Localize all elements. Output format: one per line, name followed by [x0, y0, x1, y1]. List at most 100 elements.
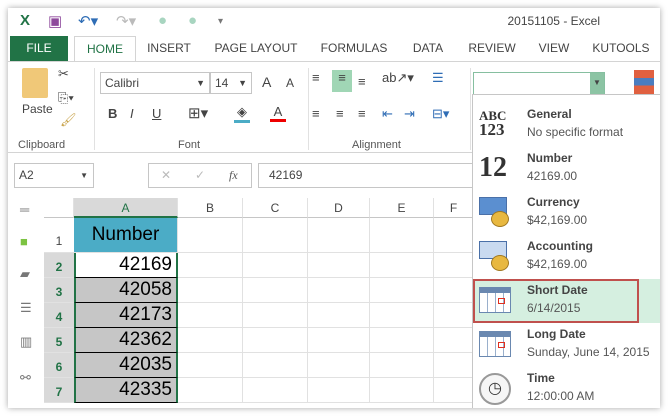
cell[interactable]: [243, 218, 308, 253]
customize-qat-icon[interactable]: ▾: [218, 16, 223, 27]
cell[interactable]: [308, 353, 370, 378]
font-color-button[interactable]: A: [270, 104, 286, 122]
row-header[interactable]: 7: [44, 378, 74, 403]
cell[interactable]: [308, 253, 370, 278]
cell[interactable]: [178, 218, 243, 253]
tab-home[interactable]: HOME: [74, 36, 136, 62]
row-header[interactable]: 6: [44, 353, 74, 378]
navigation-icon[interactable]: ▰: [20, 266, 30, 282]
cell[interactable]: [434, 218, 474, 253]
paste-button[interactable]: Paste: [22, 102, 53, 116]
cut-icon[interactable]: ✂: [58, 66, 69, 82]
insert-function-icon[interactable]: fx: [229, 164, 238, 187]
cell[interactable]: [243, 303, 308, 328]
format-option-accounting[interactable]: Accounting $42,169.00: [473, 235, 660, 279]
decrease-indent-icon[interactable]: ⇤: [382, 106, 393, 122]
name-box[interactable]: A2 ▼: [14, 163, 94, 188]
circle-button-icon[interactable]: ●: [188, 12, 197, 29]
cell[interactable]: [370, 278, 434, 303]
format-option-general[interactable]: ABC 123 General No specific format: [473, 103, 660, 147]
cell[interactable]: [243, 253, 308, 278]
undo-icon[interactable]: ↶▾: [78, 12, 98, 30]
cell-a6[interactable]: 42035: [74, 353, 178, 378]
font-name-select[interactable]: Calibri ▼: [100, 72, 210, 94]
fill-color-icon[interactable]: ◈: [234, 104, 250, 123]
cell-a3[interactable]: 42058: [74, 278, 178, 303]
cell[interactable]: [178, 278, 243, 303]
cell[interactable]: [178, 353, 243, 378]
row-header[interactable]: 4: [44, 303, 74, 328]
format-option-long-date[interactable]: Long Date Sunday, June 14, 2015: [473, 323, 660, 367]
wrap-text-icon[interactable]: ☰: [432, 70, 444, 86]
column-header-e[interactable]: E: [370, 198, 434, 218]
layers-icon[interactable]: ☰: [20, 300, 32, 316]
increase-indent-icon[interactable]: ⇥: [404, 106, 415, 122]
cell[interactable]: [243, 278, 308, 303]
grow-font-button[interactable]: A: [262, 74, 271, 90]
cell[interactable]: [178, 378, 243, 403]
italic-button[interactable]: I: [130, 106, 134, 121]
cell[interactable]: [434, 303, 474, 328]
header-cell[interactable]: Number: [74, 218, 178, 253]
align-right-icon[interactable]: ≡: [358, 106, 366, 121]
cell[interactable]: [308, 303, 370, 328]
copy-icon[interactable]: ⎘▾: [58, 90, 74, 106]
cell[interactable]: [308, 378, 370, 403]
format-painter-icon[interactable]: 🖌: [60, 112, 77, 128]
find-icon[interactable]: ⚯: [20, 370, 31, 386]
cell[interactable]: [434, 378, 474, 403]
tab-review[interactable]: REVIEW: [462, 36, 522, 61]
cell[interactable]: [370, 303, 434, 328]
enter-icon[interactable]: ✓: [195, 164, 205, 187]
column-header-b[interactable]: B: [178, 198, 243, 218]
paste-icon[interactable]: [22, 68, 48, 98]
cell[interactable]: [178, 328, 243, 353]
bottom-align-icon[interactable]: ≡: [358, 74, 366, 89]
row-header[interactable]: 5: [44, 328, 74, 353]
cell[interactable]: [243, 378, 308, 403]
circle-button-icon[interactable]: ●: [158, 12, 167, 29]
format-option-currency[interactable]: Currency $42,169.00: [473, 191, 660, 235]
cell-a2[interactable]: 42169: [74, 253, 178, 278]
cell[interactable]: [370, 253, 434, 278]
cell[interactable]: [178, 303, 243, 328]
middle-align-icon[interactable]: ≡: [332, 70, 352, 92]
tab-view[interactable]: VIEW: [530, 36, 578, 61]
cell[interactable]: [434, 328, 474, 353]
shrink-font-button[interactable]: A: [286, 76, 294, 90]
formula-input[interactable]: 42169: [258, 163, 478, 188]
collapse-icon[interactable]: ═: [20, 202, 29, 217]
align-center-icon[interactable]: ≡: [336, 106, 344, 121]
column-header-d[interactable]: D: [308, 198, 370, 218]
conditional-formatting-icon[interactable]: [634, 70, 654, 96]
tab-formulas[interactable]: FORMULAS: [314, 36, 394, 61]
orientation-icon[interactable]: ab↗▾: [382, 70, 414, 86]
cell-a5[interactable]: 42362: [74, 328, 178, 353]
borders-icon[interactable]: ⊞▾: [188, 104, 208, 122]
cell[interactable]: [370, 328, 434, 353]
cell[interactable]: [243, 353, 308, 378]
cell-a4[interactable]: 42173: [74, 303, 178, 328]
cell[interactable]: [370, 378, 434, 403]
column-header-f[interactable]: F: [434, 198, 474, 218]
cell[interactable]: [434, 353, 474, 378]
row-header[interactable]: 2: [44, 253, 74, 278]
redo-icon[interactable]: ↷▾: [116, 12, 136, 30]
column-header-c[interactable]: C: [243, 198, 308, 218]
bold-button[interactable]: B: [108, 106, 117, 121]
cell[interactable]: [308, 328, 370, 353]
cell[interactable]: [308, 218, 370, 253]
cell[interactable]: [434, 278, 474, 303]
tab-insert[interactable]: INSERT: [142, 36, 196, 61]
cell[interactable]: [370, 218, 434, 253]
cell[interactable]: [308, 278, 370, 303]
format-option-number[interactable]: 12 Number 42169.00: [473, 147, 660, 191]
green-sheet-icon[interactable]: ■: [20, 234, 28, 249]
save-icon[interactable]: ▣: [48, 12, 62, 30]
tab-file[interactable]: FILE: [10, 36, 68, 61]
cell-a7[interactable]: 42335: [74, 378, 178, 403]
column-header-a[interactable]: A: [74, 198, 178, 218]
cell[interactable]: [178, 253, 243, 278]
row-header[interactable]: 1: [44, 218, 74, 253]
cell[interactable]: [434, 253, 474, 278]
